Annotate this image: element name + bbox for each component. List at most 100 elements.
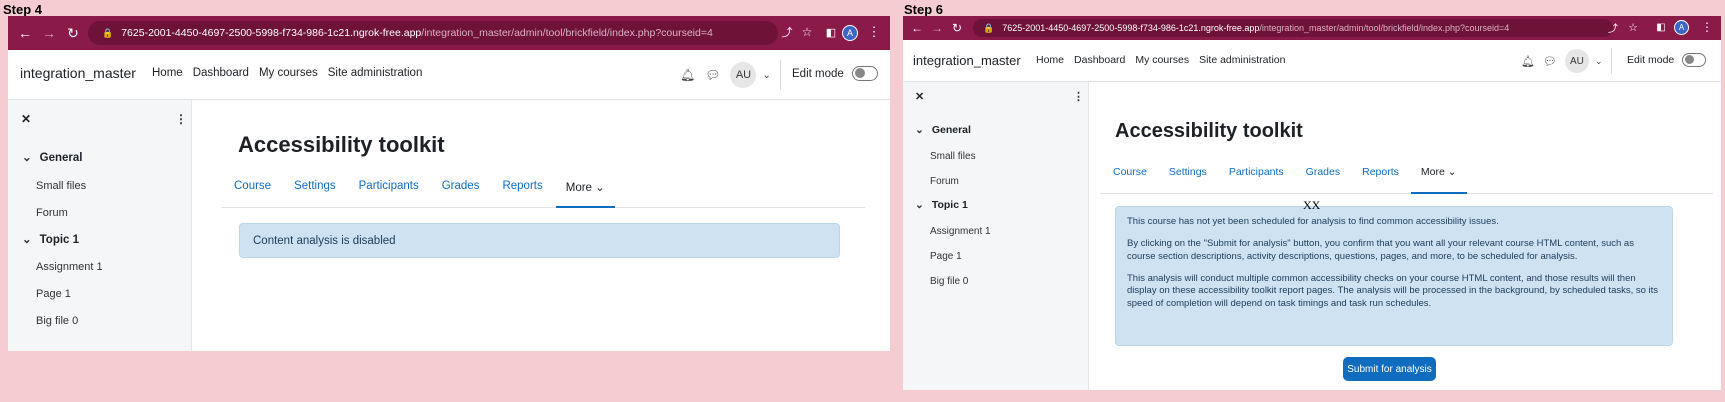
bell-icon[interactable]: 🔔︎ (1521, 55, 1535, 68)
star-icon[interactable]: ☆ (800, 25, 814, 39)
chevron-down-icon[interactable]: ⌄ (915, 124, 924, 136)
tab-course[interactable]: Course (1113, 166, 1147, 193)
drawer-item-page-1[interactable]: Page 1 (930, 251, 962, 262)
chevron-down-icon[interactable]: ⌄ (915, 199, 924, 211)
close-icon[interactable]: ✕ (21, 112, 31, 126)
tab-course[interactable]: Course (234, 180, 271, 207)
tab-participants[interactable]: Participants (1229, 166, 1284, 193)
section-general[interactable]: ⌄ General (22, 150, 82, 164)
drawer-item-page-1[interactable]: Page 1 (36, 288, 71, 300)
bell-icon[interactable]: 🔔︎ (680, 68, 695, 82)
drawer-item-small-files[interactable]: Small files (930, 151, 976, 162)
forward-icon[interactable]: → (929, 20, 945, 36)
forward-icon[interactable]: → (40, 24, 58, 42)
tab-more[interactable]: More ⌄ (555, 180, 615, 208)
divider (1611, 48, 1612, 74)
reload-icon[interactable]: ↻ (949, 20, 965, 36)
course-index-drawer: ✕ ⋮ ⌄ General Small files Forum ⌄ Topic 1 … (8, 100, 192, 351)
section-topic-1[interactable]: ⌄ Topic 1 (22, 232, 79, 246)
tab-settings[interactable]: Settings (1169, 166, 1207, 193)
drawer-item-assignment-1[interactable]: Assignment 1 (930, 226, 991, 237)
close-icon[interactable]: ✕ (915, 90, 924, 103)
drawer-item-forum[interactable]: Forum (36, 207, 68, 219)
drawer-item-big-file-0[interactable]: Big file 0 (36, 315, 78, 327)
reload-icon[interactable]: ↻ (64, 24, 82, 42)
section-general[interactable]: ⌄ General (915, 124, 971, 136)
edit-mode-toggle[interactable] (851, 66, 878, 81)
edit-mode[interactable]: Edit mode (1627, 53, 1707, 67)
tab-settings[interactable]: Settings (294, 180, 336, 207)
chevron-down-icon[interactable]: ⌄ (22, 150, 32, 164)
alert-text: Content analysis is disabled (253, 235, 396, 247)
user-tools: 🔔︎ 💬︎ AU ⌄ (1521, 49, 1602, 73)
nav-dashboard[interactable]: Dashboard (1074, 54, 1125, 66)
submit-for-analysis-button[interactable]: Submit for analysis (1343, 357, 1436, 381)
url-host: 7625-2001-4450-4697-2500-5998-f734-986-1… (1002, 23, 1260, 33)
back-icon[interactable]: ← (16, 24, 34, 42)
share-icon[interactable]: ⤴ (780, 25, 794, 39)
user-tools: 🔔︎ 💬︎ AU ⌄ (680, 62, 771, 88)
annotation-marker: XX (1303, 198, 1321, 212)
tab-grades[interactable]: Grades (442, 180, 480, 207)
profile-avatar[interactable]: A (842, 25, 858, 41)
drawer-item-forum[interactable]: Forum (930, 176, 959, 187)
page-title: Accessibility toolkit (1115, 120, 1303, 142)
secondary-nav: Course Settings Participants Grades Repo… (221, 180, 865, 208)
info-alert: This course has not yet been scheduled f… (1115, 206, 1673, 346)
kebab-menu-icon[interactable]: ⋮ (868, 24, 881, 39)
messages-icon[interactable]: 💬︎ (705, 68, 720, 82)
back-icon[interactable]: ← (909, 20, 925, 36)
drawer-item-small-files[interactable]: Small files (36, 180, 86, 192)
alert-text-3: This analysis will conduct multiple comm… (1127, 273, 1659, 309)
alert-text-2: By clicking on the "Submit for analysis"… (1127, 238, 1634, 262)
user-avatar[interactable]: AU (730, 62, 757, 88)
secondary-nav: Course Settings Participants Grades Repo… (1100, 166, 1713, 194)
nav-site-administration[interactable]: Site administration (328, 67, 423, 79)
messages-icon[interactable]: 💬︎ (1543, 55, 1557, 68)
alert-text-1: This course has not yet been scheduled f… (1127, 216, 1499, 227)
site-navbar: integration_master Home Dashboard My cou… (903, 40, 1721, 82)
browser-toolbar: ← → ↻ 🔒 7625-2001-4450-4697-2500-5998-f7… (8, 16, 890, 50)
sidepanel-icon[interactable]: ◧ (1655, 21, 1667, 33)
url-path: /integration_master/admin/tool/brickfiel… (421, 27, 713, 39)
tab-more[interactable]: More ⌄ (1410, 166, 1467, 194)
tab-grades[interactable]: Grades (1306, 166, 1340, 193)
user-avatar[interactable]: AU (1564, 49, 1589, 73)
chevron-down-icon[interactable]: ⌄ (1595, 56, 1603, 67)
site-brand[interactable]: integration_master (20, 65, 136, 81)
chevron-down-icon[interactable]: ⌄ (22, 232, 32, 246)
url-path: /integration_master/admin/tool/brickfiel… (1259, 23, 1510, 33)
primary-nav: Home Dashboard My courses Site administr… (1036, 54, 1285, 66)
address-bar[interactable]: 🔒 7625-2001-4450-4697-2500-5998-f734-986… (88, 21, 778, 45)
profile-avatar[interactable]: A (1674, 20, 1689, 35)
edit-mode-label: Edit mode (792, 67, 844, 80)
share-icon[interactable]: ⤴ (1607, 21, 1619, 35)
kebab-menu-icon[interactable]: ⋮ (1701, 20, 1713, 34)
nav-site-administration[interactable]: Site administration (1199, 54, 1285, 66)
address-bar[interactable]: 🔒 7625-2001-4450-4697-2500-5998-f734-986… (973, 19, 1613, 37)
tab-reports[interactable]: Reports (1362, 166, 1399, 193)
site-brand[interactable]: integration_master (913, 53, 1021, 68)
drawer-item-big-file-0[interactable]: Big file 0 (930, 276, 968, 287)
drawer-item-assignment-1[interactable]: Assignment 1 (36, 261, 103, 273)
more-icon[interactable]: ⋮ (175, 112, 187, 126)
lock-icon: 🔒 (102, 27, 114, 38)
step-label: Step 6 (904, 2, 944, 17)
more-icon[interactable]: ⋮ (1073, 90, 1084, 103)
nav-home[interactable]: Home (152, 67, 183, 79)
divider (780, 60, 781, 90)
edit-mode-toggle[interactable] (1682, 53, 1707, 67)
nav-home[interactable]: Home (1036, 54, 1064, 66)
section-topic-1[interactable]: ⌄ Topic 1 (915, 199, 968, 211)
chevron-down-icon[interactable]: ⌄ (762, 70, 770, 81)
star-icon[interactable]: ☆ (1627, 21, 1639, 34)
nav-dashboard[interactable]: Dashboard (193, 67, 249, 79)
sidepanel-icon[interactable]: ◧ (824, 25, 838, 39)
edit-mode-label: Edit mode (1627, 54, 1675, 66)
tab-participants[interactable]: Participants (359, 180, 419, 207)
nav-my-courses[interactable]: My courses (259, 67, 318, 79)
edit-mode[interactable]: Edit mode (792, 66, 878, 81)
tab-reports[interactable]: Reports (502, 180, 542, 207)
nav-my-courses[interactable]: My courses (1135, 54, 1189, 66)
lock-icon: 🔒 (983, 22, 995, 33)
